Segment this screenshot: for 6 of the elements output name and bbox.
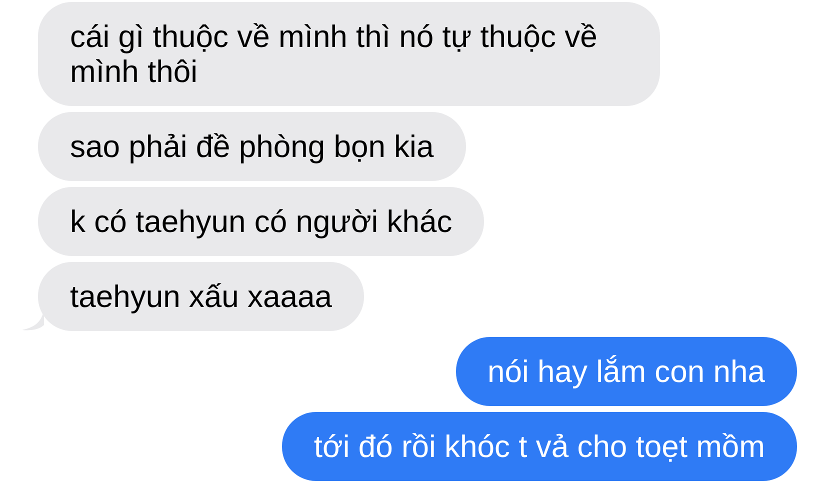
received-message-bubble: sao phải đề phòng bọn kia <box>38 112 466 181</box>
sent-message-bubble: nói hay lắm con nha <box>456 337 797 406</box>
received-message-bubble: k có taehyun có người khác <box>38 187 484 256</box>
received-message-bubble: taehyun xấu xaaaa <box>38 262 364 331</box>
received-message-bubble: cái gì thuộc về mình thì nó tự thuộc về mình thôi <box>38 2 660 106</box>
sent-message-bubble: tới đó rồi khóc t vả cho toẹt mồm <box>282 412 797 481</box>
